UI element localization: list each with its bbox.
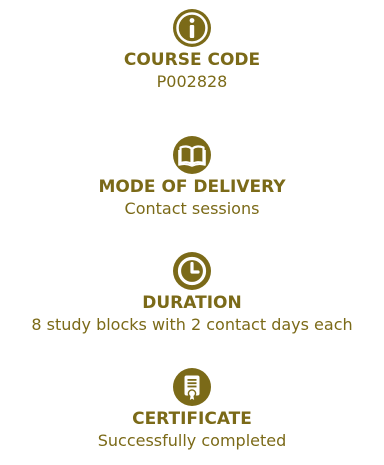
mode-of-delivery-section: MODE OF DELIVERY Contact sessions [0, 135, 384, 220]
certificate-value: Successfully completed [97, 431, 287, 450]
course-code-label: COURSE CODE [123, 50, 261, 70]
duration-label: DURATION [142, 293, 242, 313]
clock-icon [172, 251, 212, 291]
course-code-section: COURSE CODE P002828 [0, 8, 384, 93]
book-icon [172, 135, 212, 175]
info-icon [172, 8, 212, 48]
duration-value: 8 study blocks with 2 contact days each [31, 315, 353, 334]
duration-section: DURATION 8 study blocks with 2 contact d… [0, 251, 384, 336]
certificate-section: CERTIFICATE Successfully completed [0, 367, 384, 452]
mode-of-delivery-label: MODE OF DELIVERY [98, 177, 286, 197]
course-code-value: P002828 [156, 72, 228, 91]
mode-of-delivery-value: Contact sessions [124, 199, 260, 218]
certificate-icon [172, 367, 212, 407]
certificate-label: CERTIFICATE [132, 409, 252, 429]
